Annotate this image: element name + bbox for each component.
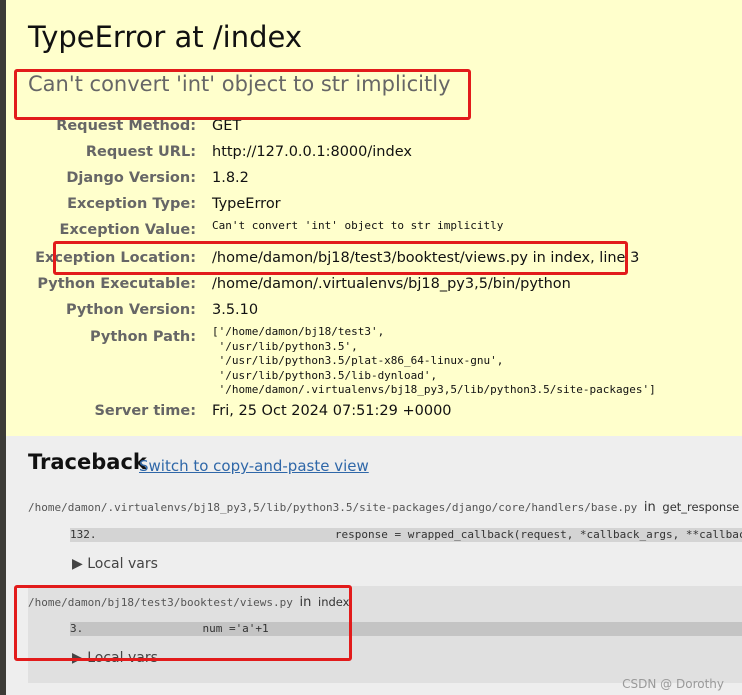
server-time-label: Server time:: [94, 403, 196, 419]
exception-value-label: Exception Value:: [59, 222, 196, 238]
django-version-value: 1.8.2: [212, 170, 249, 186]
switch-view-link[interactable]: Switch to copy-and-paste view: [139, 457, 369, 475]
python-executable-value: /home/damon/.virtualenvs/bj18_py3,5/bin/…: [212, 276, 571, 292]
python-version-label: Python Version:: [65, 302, 196, 318]
exception-type-label: Exception Type:: [67, 196, 196, 212]
request-url-value: http://127.0.0.1:8000/index: [212, 144, 412, 160]
frame-function: get_response: [662, 500, 740, 514]
exception-value-value: Can't convert 'int' object to str implic…: [212, 219, 504, 232]
python-executable-label: Python Executable:: [37, 276, 196, 292]
annotation-box-frame: [14, 585, 352, 661]
frame-code-line[interactable]: 132. response = wrapped_callback(request…: [70, 528, 742, 542]
django-version-label: Django Version:: [66, 170, 196, 186]
frame-file-name: /home/damon/.virtualenvs/bj18_py3,5/lib/…: [28, 501, 638, 514]
frame-in-word: in: [643, 500, 656, 515]
annotation-box-location: [53, 241, 628, 275]
frame-file-path: /home/damon/.virtualenvs/bj18_py3,5/lib/…: [28, 500, 739, 515]
python-path-value: ['/home/damon/bj18/test3', '/usr/lib/pyt…: [212, 325, 656, 396]
local-vars-toggle[interactable]: ▶ Local vars: [72, 556, 158, 572]
request-method-label: Request Method:: [56, 118, 196, 134]
watermark-text: CSDN @ Dorothy: [622, 677, 724, 691]
error-summary: TypeError at /index Can't convert 'int' …: [6, 0, 742, 437]
django-debug-page: TypeError at /index Can't convert 'int' …: [6, 0, 742, 695]
page-title: TypeError at /index: [28, 20, 302, 54]
python-path-label: Python Path:: [89, 329, 196, 345]
exception-type-value: TypeError: [212, 196, 281, 212]
traceback-heading: Traceback: [28, 450, 147, 474]
server-time-value: Fri, 25 Oct 2024 07:51:29 +0000: [212, 403, 452, 419]
request-url-label: Request URL:: [85, 144, 196, 160]
annotation-box-message: [14, 69, 471, 120]
python-version-value: 3.5.10: [212, 302, 259, 318]
request-method-value: GET: [212, 118, 242, 134]
